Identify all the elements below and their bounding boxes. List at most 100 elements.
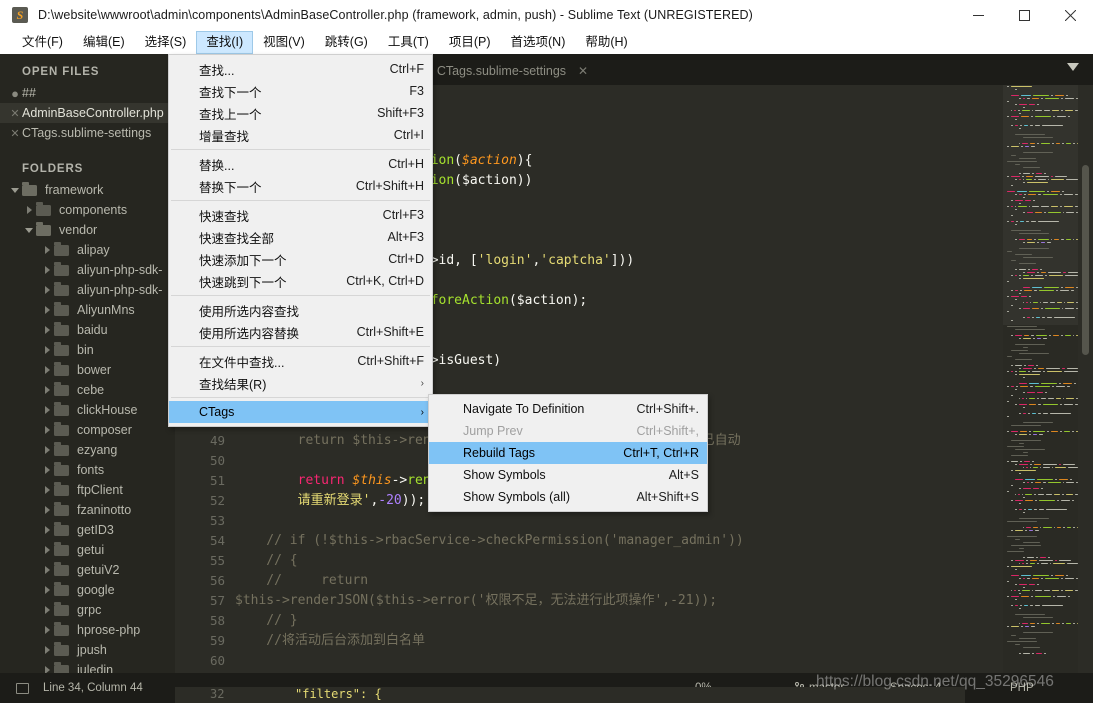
ctags-menu-item-3[interactable]: Show Symbols Alt+S [429, 464, 707, 486]
find-menu-item-6[interactable]: 替换下一个 Ctrl+Shift+H [169, 175, 432, 197]
chevron-right-icon[interactable] [40, 426, 54, 434]
find-menu-item-9[interactable]: 快速查找全部 Alt+F3 [169, 226, 432, 248]
chevron-right-icon[interactable] [40, 466, 54, 474]
close-button[interactable] [1047, 0, 1093, 30]
folder-item[interactable]: bower [0, 360, 175, 380]
vertical-scrollbar[interactable] [1078, 85, 1093, 673]
line-number: 52 [209, 493, 225, 508]
chevron-right-icon[interactable] [40, 546, 54, 554]
chevron-right-icon[interactable] [40, 446, 54, 454]
find-menu-item-8[interactable]: 快速查找 Ctrl+F3 [169, 204, 432, 226]
chevron-right-icon[interactable] [40, 666, 54, 673]
find-menu-item-0[interactable]: 查找... Ctrl+F [169, 58, 432, 80]
folder-item[interactable]: google [0, 580, 175, 600]
folder-item[interactable]: aliyun-php-sdk- [0, 280, 175, 300]
open-file-item[interactable]: ✕ CTags.sublime-settings [0, 123, 175, 143]
menubar-item-1[interactable]: 编辑(E) [73, 31, 135, 54]
find-menu-item-5[interactable]: 替换... Ctrl+H [169, 153, 432, 175]
chevron-right-icon[interactable] [40, 606, 54, 614]
chevron-right-icon[interactable] [40, 586, 54, 594]
chevron-right-icon[interactable] [40, 346, 54, 354]
chevron-right-icon[interactable] [40, 266, 54, 274]
editor-tab[interactable]: CTags.sublime-settings ✕ [419, 56, 598, 85]
open-file-item[interactable]: ● ## [0, 83, 175, 103]
menubar-item-8[interactable]: 首选项(N) [501, 31, 576, 54]
ctags-menu-item-0[interactable]: Navigate To Definition Ctrl+Shift+. [429, 398, 707, 420]
chevron-right-icon[interactable] [40, 306, 54, 314]
folder-item[interactable]: juledin [0, 660, 175, 673]
code-line: // if (!$this->rbacService->checkPermiss… [235, 531, 1003, 551]
folder-item[interactable]: hprose-php [0, 620, 175, 640]
folder-item[interactable]: components [0, 200, 175, 220]
maximize-button[interactable] [1001, 0, 1047, 30]
menubar-item-4[interactable]: 视图(V) [253, 31, 315, 54]
line-number: 58 [209, 613, 225, 628]
find-menu-item-10[interactable]: 快速添加下一个 Ctrl+D [169, 248, 432, 270]
minimap[interactable] [1003, 85, 1078, 673]
folder-item[interactable]: alipay [0, 240, 175, 260]
folder-item[interactable]: ftpClient [0, 480, 175, 500]
folder-item[interactable]: getui [0, 540, 175, 560]
close-icon[interactable]: ✕ [8, 127, 22, 140]
folder-item[interactable]: getID3 [0, 520, 175, 540]
chevron-right-icon[interactable] [22, 206, 36, 214]
chevron-right-icon[interactable] [40, 626, 54, 634]
chevron-right-icon[interactable] [40, 406, 54, 414]
chevron-right-icon[interactable] [40, 246, 54, 254]
close-icon[interactable]: ✕ [8, 107, 22, 120]
menubar-item-3[interactable]: 查找(I) [196, 30, 254, 54]
find-menu-item-14[interactable]: 使用所选内容替换 Ctrl+Shift+E [169, 321, 432, 343]
folder-item[interactable]: vendor [0, 220, 175, 240]
find-menu-item-16[interactable]: 在文件中查找... Ctrl+Shift+F [169, 350, 432, 372]
folder-label: google [77, 583, 115, 597]
chevron-right-icon[interactable] [40, 386, 54, 394]
chevron-right-icon[interactable] [40, 526, 54, 534]
open-file-item[interactable]: ✕ AdminBaseController.php [0, 103, 175, 123]
folder-item[interactable]: ezyang [0, 440, 175, 460]
menubar-item-5[interactable]: 跳转(G) [315, 31, 378, 54]
chevron-right-icon[interactable] [40, 366, 54, 374]
folder-item[interactable]: aliyun-php-sdk- [0, 260, 175, 280]
folder-item[interactable]: clickHouse [0, 400, 175, 420]
folder-item[interactable]: fzaninotto [0, 500, 175, 520]
chevron-right-icon[interactable] [40, 286, 54, 294]
menubar-item-7[interactable]: 项目(P) [439, 31, 501, 54]
folder-item[interactable]: framework [0, 180, 175, 200]
chevron-right-icon[interactable] [40, 566, 54, 574]
folder-item[interactable]: fonts [0, 460, 175, 480]
chevron-right-icon[interactable] [40, 486, 54, 494]
folder-item[interactable]: AliyunMns [0, 300, 175, 320]
menubar-item-9[interactable]: 帮助(H) [575, 31, 637, 54]
folder-item[interactable]: jpush [0, 640, 175, 660]
chevron-down-icon[interactable] [22, 227, 36, 233]
menu-item-label: Show Symbols [463, 468, 546, 482]
unsaved-dot-icon[interactable]: ● [8, 86, 22, 101]
folder-item[interactable]: getuiV2 [0, 560, 175, 580]
folder-item[interactable]: baidu [0, 320, 175, 340]
ctags-menu-item-4[interactable]: Show Symbols (all) Alt+Shift+S [429, 486, 707, 508]
find-menu-item-13[interactable]: 使用所选内容查找 [169, 299, 432, 321]
find-menu-item-17[interactable]: 查找结果(R) › [169, 372, 432, 394]
chevron-down-icon[interactable] [8, 187, 22, 193]
ctags-menu-item-2[interactable]: Rebuild Tags Ctrl+T, Ctrl+R [429, 442, 707, 464]
find-menu-item-11[interactable]: 快速跳到下一个 Ctrl+K, Ctrl+D [169, 270, 432, 292]
chevron-right-icon[interactable] [40, 506, 54, 514]
chevron-right-icon[interactable] [40, 326, 54, 334]
find-menu-item-1[interactable]: 查找下一个 F3 [169, 80, 432, 102]
menubar-item-2[interactable]: 选择(S) [135, 31, 197, 54]
tab-close-icon[interactable]: ✕ [578, 64, 588, 78]
folder-item[interactable]: bin [0, 340, 175, 360]
menubar-item-0[interactable]: 文件(F) [12, 31, 73, 54]
minimize-button[interactable] [955, 0, 1001, 30]
folder-item[interactable]: grpc [0, 600, 175, 620]
sidebar-toggle-icon[interactable] [16, 682, 29, 694]
chevron-down-icon[interactable] [1067, 63, 1079, 71]
folder-item[interactable]: composer [0, 420, 175, 440]
find-menu-item-2[interactable]: 查找上一个 Shift+F3 [169, 102, 432, 124]
find-menu-item-19[interactable]: CTags › [169, 401, 432, 423]
menubar-item-6[interactable]: 工具(T) [378, 31, 439, 54]
find-menu-item-3[interactable]: 增量查找 Ctrl+I [169, 124, 432, 146]
folder-item[interactable]: cebe [0, 380, 175, 400]
chevron-right-icon[interactable] [40, 646, 54, 654]
